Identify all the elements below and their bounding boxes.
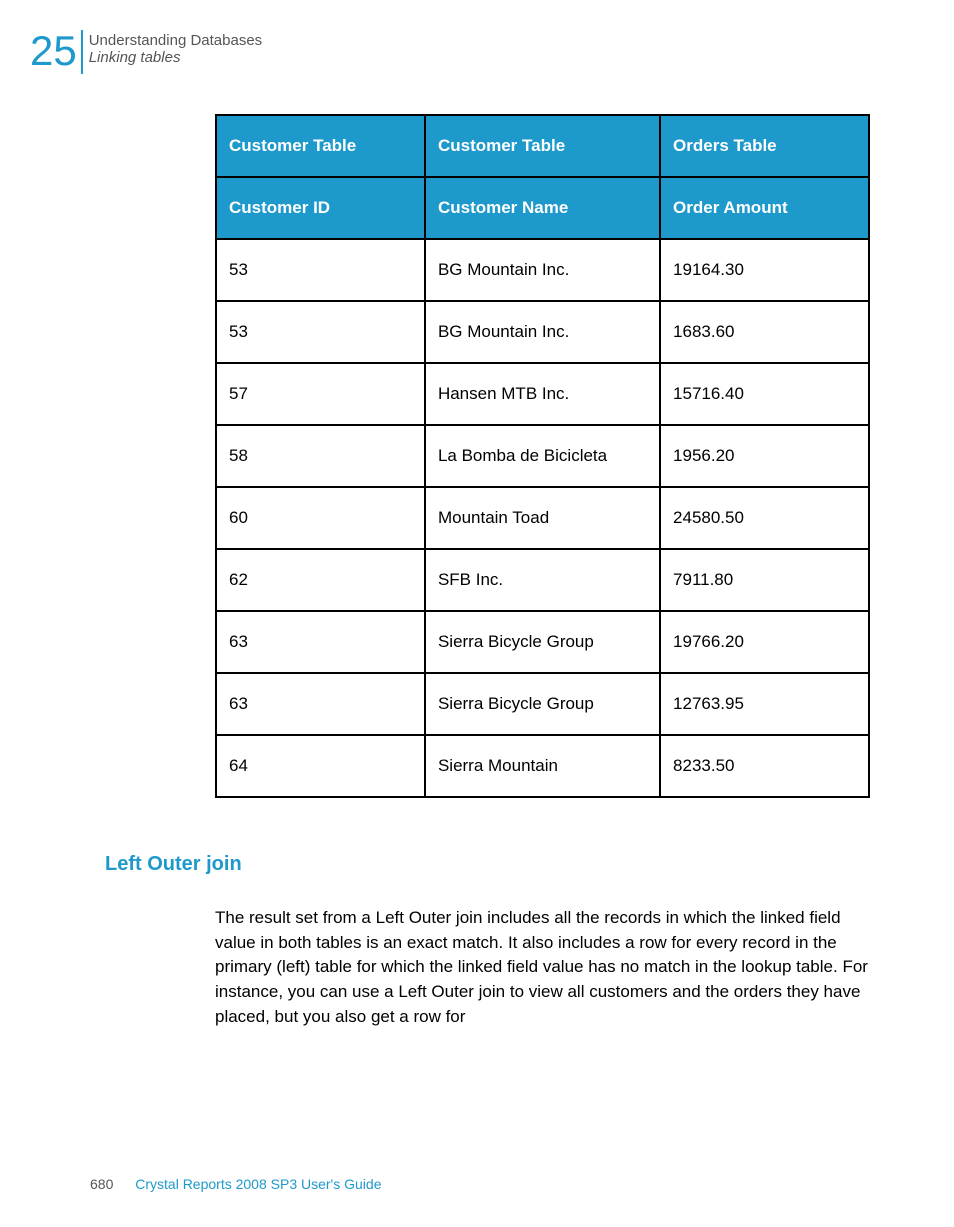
table-cell: Sierra Bicycle Group: [425, 673, 660, 735]
table-header-cell: Customer Name: [425, 177, 660, 239]
table-header-cell: Orders Table: [660, 115, 869, 177]
section-body-text: The result set from a Left Outer join in…: [215, 906, 885, 1029]
table-header-cell: Customer Table: [216, 115, 425, 177]
footer-document-title: Crystal Reports 2008 SP3 User's Guide: [135, 1176, 381, 1192]
page-footer: 680 Crystal Reports 2008 SP3 User's Guid…: [90, 1176, 381, 1192]
section-subtitle: Linking tables: [89, 49, 262, 66]
table-row: 57 Hansen MTB Inc. 15716.40: [216, 363, 869, 425]
table-cell: 1683.60: [660, 301, 869, 363]
table-body: 53 BG Mountain Inc. 19164.30 53 BG Mount…: [216, 239, 869, 797]
table-cell: BG Mountain Inc.: [425, 239, 660, 301]
table-cell: 19164.30: [660, 239, 869, 301]
table-cell: 58: [216, 425, 425, 487]
table-header-row-2: Customer ID Customer Name Order Amount: [216, 177, 869, 239]
table-cell: Sierra Mountain: [425, 735, 660, 797]
table-header-cell: Order Amount: [660, 177, 869, 239]
data-table: Customer Table Customer Table Orders Tab…: [215, 114, 870, 798]
table-cell: La Bomba de Bicicleta: [425, 425, 660, 487]
table-cell: Sierra Bicycle Group: [425, 611, 660, 673]
table-row: 53 BG Mountain Inc. 19164.30: [216, 239, 869, 301]
chapter-number: 25: [30, 30, 77, 72]
table-cell: BG Mountain Inc.: [425, 301, 660, 363]
table-row: 63 Sierra Bicycle Group 19766.20: [216, 611, 869, 673]
table-cell: 60: [216, 487, 425, 549]
table-header-cell: Customer Table: [425, 115, 660, 177]
table-cell: 15716.40: [660, 363, 869, 425]
table-header-row-1: Customer Table Customer Table Orders Tab…: [216, 115, 869, 177]
chapter-title: Understanding Databases: [89, 32, 262, 49]
header-divider: [81, 30, 83, 74]
table-cell: 8233.50: [660, 735, 869, 797]
table-row: 64 Sierra Mountain 8233.50: [216, 735, 869, 797]
section-heading: Left Outer join: [105, 853, 894, 876]
table-cell: 63: [216, 611, 425, 673]
header-text-block: Understanding Databases Linking tables: [89, 30, 262, 66]
table-cell: 53: [216, 301, 425, 363]
table-cell: 62: [216, 549, 425, 611]
table-cell: 64: [216, 735, 425, 797]
table-cell: 24580.50: [660, 487, 869, 549]
table-cell: 53: [216, 239, 425, 301]
data-table-container: Customer Table Customer Table Orders Tab…: [215, 114, 870, 798]
table-cell: 7911.80: [660, 549, 869, 611]
table-cell: 57: [216, 363, 425, 425]
page-header: 25 Understanding Databases Linking table…: [30, 30, 894, 74]
footer-page-number: 680: [90, 1176, 113, 1192]
table-row: 60 Mountain Toad 24580.50: [216, 487, 869, 549]
table-cell: 63: [216, 673, 425, 735]
table-cell: SFB Inc.: [425, 549, 660, 611]
table-cell: Mountain Toad: [425, 487, 660, 549]
table-cell: 12763.95: [660, 673, 869, 735]
table-row: 53 BG Mountain Inc. 1683.60: [216, 301, 869, 363]
table-cell: 19766.20: [660, 611, 869, 673]
table-row: 63 Sierra Bicycle Group 12763.95: [216, 673, 869, 735]
table-cell: Hansen MTB Inc.: [425, 363, 660, 425]
table-row: 62 SFB Inc. 7911.80: [216, 549, 869, 611]
table-header-cell: Customer ID: [216, 177, 425, 239]
table-row: 58 La Bomba de Bicicleta 1956.20: [216, 425, 869, 487]
table-cell: 1956.20: [660, 425, 869, 487]
